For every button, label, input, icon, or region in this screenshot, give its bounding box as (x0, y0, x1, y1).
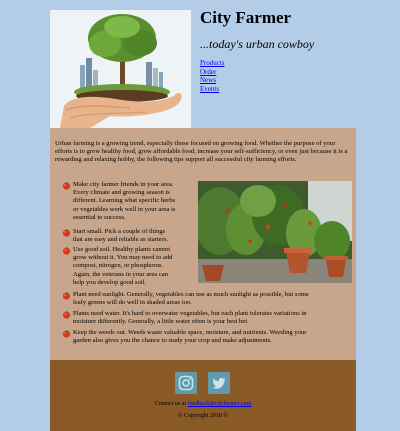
tip-text: Keep the weeds out. Weeds waste valuable… (73, 329, 363, 345)
tip-text: Use good soil. Healthy plants cannot grow… (73, 246, 207, 287)
page: City Farmer ...today's urban cowboy Prod… (0, 0, 400, 431)
nav-link-news[interactable]: News (200, 76, 216, 84)
tip-line: essential to success. (73, 213, 126, 221)
twitter-icon[interactable] (208, 372, 230, 394)
tomato-bullet-icon (62, 311, 71, 319)
tip-text: Plants need water. It's hard to overwate… (73, 310, 363, 326)
tomato-bullet-icon (62, 182, 71, 190)
nav-item-events: Events (200, 85, 225, 94)
tip-line: garden also gives you the chance to stud… (73, 337, 272, 345)
tagline: ...today's urban cowboy (200, 37, 315, 51)
nav-link-events[interactable]: Events (200, 85, 219, 93)
nav-item-products: Products (200, 59, 225, 68)
nav-link-order[interactable]: Order (200, 68, 216, 76)
site-title: City Farmer (200, 8, 292, 27)
tip-line: Keep the weeds out. Weeds waste valuable… (73, 329, 307, 336)
footer: Contact us at feedback@cityfarmer.com © … (50, 360, 356, 431)
tomato-bullet-icon (62, 247, 71, 255)
tomato-bullet-icon (62, 229, 71, 237)
tip-line: moisture differently. Generally, a littl… (73, 318, 249, 326)
tip-line: Make city farmer friends in your area. (73, 181, 174, 188)
contact-line: Contact us at feedback@cityfarmer.com (50, 401, 356, 407)
tomato-bullet-icon (62, 330, 71, 338)
hero-image (50, 10, 191, 128)
tip-text: Plant need sunlight. Generally, vegetabl… (73, 291, 363, 307)
tip-line: or vegetables work well in your area is (73, 205, 176, 213)
main-nav: Products Order News Events (200, 59, 225, 93)
tip-line: Use good soil. Healthy plants cannot (73, 246, 171, 253)
tip-line: Every climate and growing season is (73, 189, 170, 197)
instagram-icon[interactable] (175, 372, 197, 394)
tomato-bullet-icon (62, 292, 71, 300)
nav-item-news: News (200, 76, 225, 85)
contact-prefix: Contact us at (154, 401, 187, 407)
tip-line: different. Learning what specific herbs (73, 197, 176, 205)
tip-line: Plants need water. It's hard to overwate… (73, 310, 307, 317)
tip-line: compost, nitrogen, or phosphorus. (73, 262, 164, 270)
tip-line: leafy greens will do well in shaded area… (73, 299, 192, 307)
tip-line: help you develop good soil. (73, 278, 147, 286)
main-content: Urban farming is a growing trend, especi… (50, 128, 356, 360)
copyright: © Copyright 2018 © (178, 413, 228, 419)
tip-line: Again, the veterans in your area can (73, 270, 169, 278)
tips-list: Make city farmer friends in your area. Ev… (50, 128, 356, 360)
tip-text: Make city farmer friends in your area. Ev… (73, 181, 207, 222)
nav-item-order: Order (200, 68, 225, 77)
tip-line: that are easy and reliable as starters. (73, 236, 169, 244)
tip-line: grow without it. You may need to add (73, 254, 173, 262)
tip-line: Plant need sunlight. Generally, vegetabl… (73, 291, 309, 298)
nav-link-products[interactable]: Products (200, 59, 225, 67)
tip-line: Start small. Pick a couple of things (73, 228, 166, 235)
tip-text: Start small. Pick a couple of things that… (73, 228, 207, 244)
contact-email-link[interactable]: feedback@cityfarmer.com (188, 401, 252, 407)
